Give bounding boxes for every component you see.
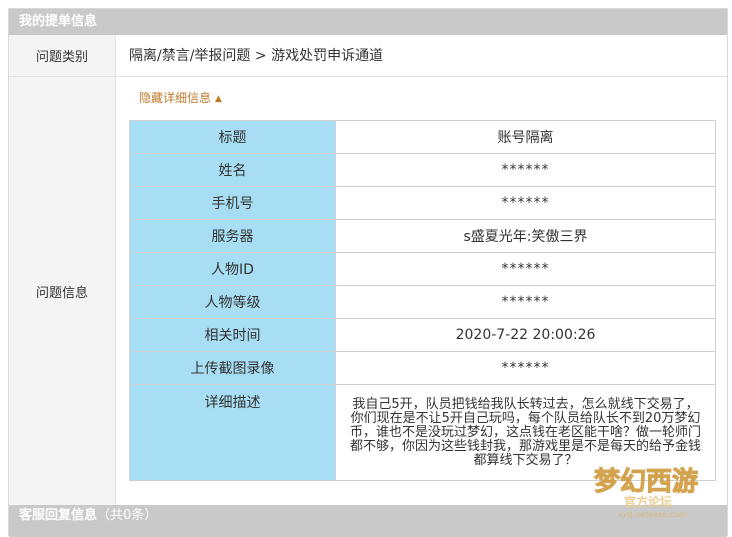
info-label: 问题信息 — [9, 77, 116, 505]
row-value: ****** — [335, 153, 716, 187]
table-row: 手机号 ****** — [129, 186, 716, 220]
row-key: 手机号 — [129, 186, 336, 220]
table-row: 相关时间 2020-7-22 20:00:26 — [129, 318, 716, 352]
hide-details-toggle[interactable]: 隐藏详细信息 ▲ — [139, 89, 222, 106]
reply-section-header: 客服回复信息（共0条） — [9, 505, 727, 537]
table-row: 人物ID ****** — [129, 252, 716, 286]
toggle-label: 隐藏详细信息 — [139, 91, 212, 105]
row-value: 2020-7-22 20:00:26 — [335, 318, 716, 352]
table-row: 详细描述 我自己5开，队员把钱给我队长转过去，怎么就线下交易了，你们现在是不让5… — [129, 384, 716, 481]
reply-count: （共0条） — [97, 508, 158, 523]
row-value: s盛夏光年:笑傲三界 — [335, 219, 716, 253]
caret-up-icon: ▲ — [215, 94, 222, 104]
table-row: 上传截图录像 ****** — [129, 351, 716, 385]
category-label: 问题类别 — [9, 35, 116, 76]
row-key: 上传截图录像 — [129, 351, 336, 385]
row-key: 详细描述 — [129, 384, 336, 481]
table-row: 人物等级 ****** — [129, 285, 716, 319]
reply-title: 客服回复信息 — [19, 508, 98, 523]
row-value: ****** — [335, 285, 716, 319]
row-key: 服务器 — [129, 219, 336, 253]
row-value: 我自己5开，队员把钱给我队长转过去，怎么就线下交易了，你们现在是不让5开自己玩吗… — [335, 384, 716, 481]
row-key: 人物ID — [129, 252, 336, 286]
table-row: 标题 账号隔离 — [129, 120, 716, 154]
row-key: 人物等级 — [129, 285, 336, 319]
info-row: 问题信息 隐藏详细信息 ▲ 标题 账号隔离 姓名 ****** 手机号 *****… — [9, 77, 727, 505]
row-key: 姓名 — [129, 153, 336, 187]
table-row: 姓名 ****** — [129, 153, 716, 187]
category-row: 问题类别 隔离/禁言/举报问题 > 游戏处罚申诉通道 — [9, 35, 727, 77]
row-key: 标题 — [129, 120, 336, 154]
row-value: ****** — [335, 186, 716, 220]
ticket-panel: 我的提单信息 问题类别 隔离/禁言/举报问题 > 游戏处罚申诉通道 问题信息 隐… — [8, 8, 728, 537]
section-header: 我的提单信息 — [9, 9, 727, 35]
description-text: 我自己5开，队员把钱给我队长转过去，怎么就线下交易了，你们现在是不让5开自己玩吗… — [350, 396, 702, 468]
table-row: 服务器 s盛夏光年:笑傲三界 — [129, 219, 716, 253]
row-key: 相关时间 — [129, 318, 336, 352]
attachment-link[interactable]: ****** — [335, 351, 716, 385]
detail-table: 标题 账号隔离 姓名 ****** 手机号 ****** 服务器 s盛夏光年:笑… — [129, 120, 716, 481]
category-value: 隔离/禁言/举报问题 > 游戏处罚申诉通道 — [129, 48, 384, 64]
row-value: ****** — [335, 252, 716, 286]
row-value: 账号隔离 — [335, 120, 716, 154]
